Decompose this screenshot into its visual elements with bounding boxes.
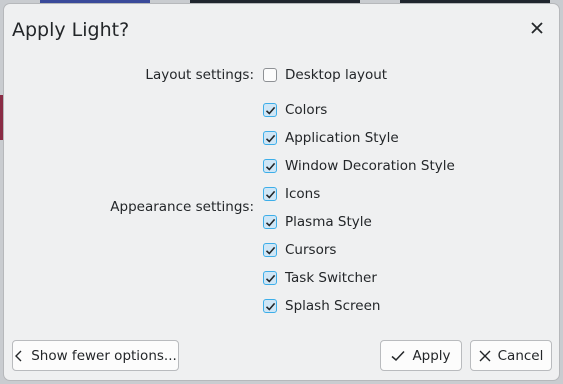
- checkbox-box[interactable]: [263, 159, 277, 173]
- checkmark-icon: [265, 162, 275, 171]
- checkmark-icon: [265, 302, 275, 311]
- checkbox-label: Task Switcher: [285, 270, 377, 286]
- checkbox-label: Plasma Style: [285, 214, 372, 230]
- checkmark-icon: [265, 246, 275, 255]
- apply-theme-dialog: Apply Light? Layout settings: Desktop la…: [3, 3, 560, 381]
- apply-button[interactable]: Apply: [380, 340, 462, 371]
- checkbox-box[interactable]: [263, 271, 277, 285]
- checkbox-box[interactable]: [263, 243, 277, 257]
- layout-settings-label: Layout settings:: [145, 67, 254, 83]
- checkbox-box[interactable]: [263, 215, 277, 229]
- checkmark-icon: [265, 218, 275, 227]
- checkmark-icon: [391, 350, 405, 362]
- checkbox-label: Cursors: [285, 242, 337, 258]
- checkbox-label: Splash Screen: [285, 298, 381, 314]
- cancel-button[interactable]: Cancel: [470, 340, 552, 371]
- checkbox-desktop-layout[interactable]: Desktop layout: [263, 65, 387, 85]
- checkmark-icon: [265, 106, 275, 115]
- dialog-title: Apply Light?: [12, 19, 130, 41]
- checkbox-task-switcher[interactable]: Task Switcher: [263, 268, 377, 288]
- checkbox-plasma-style[interactable]: Plasma Style: [263, 212, 372, 232]
- checkbox-box[interactable]: [263, 68, 277, 82]
- checkbox-box[interactable]: [263, 131, 277, 145]
- checkmark-icon: [265, 134, 275, 143]
- checkbox-box[interactable]: [263, 187, 277, 201]
- show-fewer-options-label: Show fewer options...: [31, 347, 177, 364]
- checkmark-icon: [265, 274, 275, 283]
- checkbox-icons[interactable]: Icons: [263, 184, 320, 204]
- checkbox-cursors[interactable]: Cursors: [263, 240, 336, 260]
- chevron-left-icon: [14, 350, 24, 362]
- checkbox-label: Desktop layout: [285, 67, 388, 83]
- checkbox-box[interactable]: [263, 103, 277, 117]
- checkbox-label: Window Decoration Style: [285, 158, 455, 174]
- checkmark-icon: [265, 190, 275, 199]
- checkbox-label: Application Style: [285, 130, 399, 146]
- cancel-label: Cancel: [497, 347, 544, 364]
- close-button[interactable]: [527, 18, 547, 38]
- close-icon: [531, 22, 543, 34]
- appearance-settings-label: Appearance settings:: [110, 199, 254, 215]
- show-fewer-options-button[interactable]: Show fewer options...: [12, 340, 179, 371]
- apply-label: Apply: [412, 347, 451, 364]
- close-icon: [479, 350, 491, 362]
- checkbox-box[interactable]: [263, 299, 277, 313]
- checkbox-label: Colors: [285, 102, 328, 118]
- checkbox-window-decoration-style[interactable]: Window Decoration Style: [263, 156, 455, 176]
- checkbox-application-style[interactable]: Application Style: [263, 128, 399, 148]
- checkbox-label: Icons: [285, 186, 321, 202]
- checkbox-splash-screen[interactable]: Splash Screen: [263, 296, 380, 316]
- checkbox-colors[interactable]: Colors: [263, 100, 327, 120]
